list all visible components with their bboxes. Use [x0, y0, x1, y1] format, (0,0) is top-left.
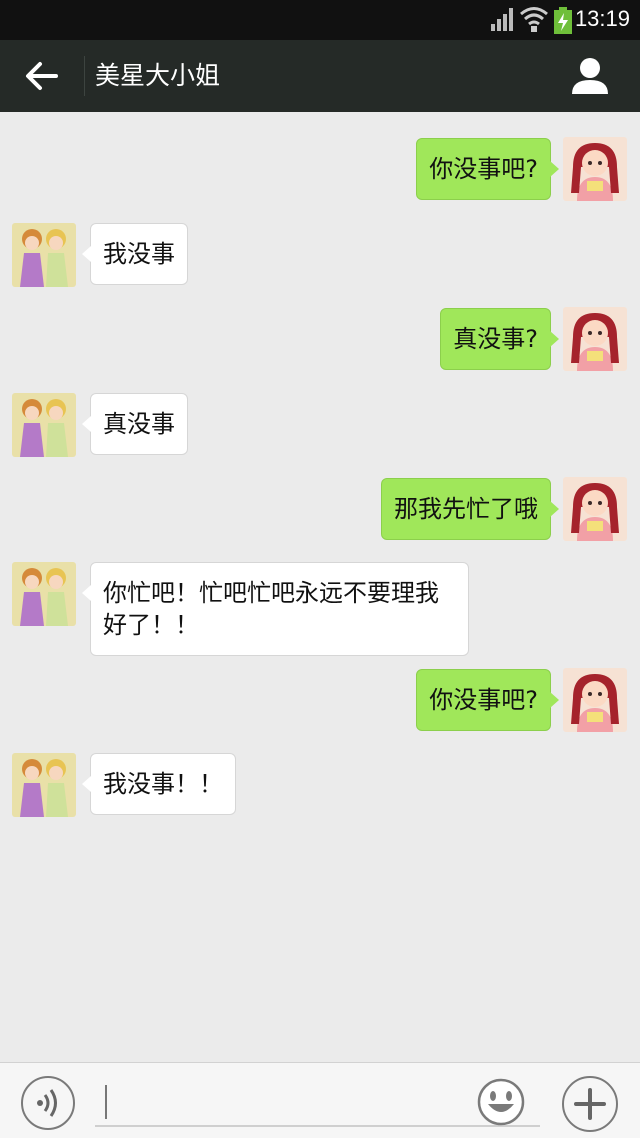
- wifi-icon: [520, 7, 548, 32]
- my-avatar[interactable]: [563, 668, 627, 732]
- contact-avatar[interactable]: [12, 753, 76, 817]
- plus-icon: [574, 1088, 606, 1120]
- message-input[interactable]: [95, 1077, 540, 1127]
- status-bar: 13:19: [0, 0, 640, 40]
- message-bubble[interactable]: 你没事吧?: [416, 669, 559, 731]
- contact-avatar[interactable]: [12, 223, 76, 287]
- title-separator: [84, 56, 85, 96]
- message-bubble[interactable]: 真没事: [82, 393, 188, 455]
- voice-button[interactable]: [21, 1076, 75, 1130]
- text-caret: [105, 1085, 107, 1119]
- my-avatar[interactable]: [563, 307, 627, 371]
- input-bar: [0, 1062, 640, 1138]
- status-time: 13:19: [574, 6, 630, 31]
- message-line: 好了！！: [103, 611, 199, 639]
- message-bubble[interactable]: 我没事！！: [82, 753, 236, 815]
- message-bubble[interactable]: 我没事: [82, 223, 188, 285]
- message-bubble[interactable]: 那我先忙了哦: [381, 478, 559, 540]
- more-button[interactable]: [562, 1076, 618, 1132]
- message-bubble[interactable]: 真没事?: [440, 308, 559, 370]
- chat-title: 美星大小姐: [95, 61, 221, 90]
- message-bubble[interactable]: 你忙吧！忙吧忙吧永远不要理我 好了！！: [82, 562, 469, 656]
- message-bubble[interactable]: 你没事吧?: [416, 138, 559, 200]
- emoji-icon[interactable]: [475, 1076, 527, 1128]
- title-bar: 美星大小姐: [0, 40, 640, 112]
- profile-icon[interactable]: [566, 56, 614, 96]
- battery-icon: [554, 7, 572, 34]
- contact-avatar[interactable]: [12, 562, 76, 626]
- voice-icon: [37, 1089, 57, 1117]
- message-line: 你忙吧！忙吧忙吧永远不要理我: [103, 579, 439, 607]
- my-avatar[interactable]: [563, 477, 627, 541]
- back-arrow-icon[interactable]: [22, 58, 62, 94]
- contact-avatar[interactable]: [12, 393, 76, 457]
- signal-icon: [491, 8, 513, 31]
- chat-area: 你没事吧? 我没事 真没事? 真没事 那我先忙了哦 你忙吧！忙吧忙吧永远不要理我…: [0, 112, 640, 1062]
- my-avatar[interactable]: [563, 137, 627, 201]
